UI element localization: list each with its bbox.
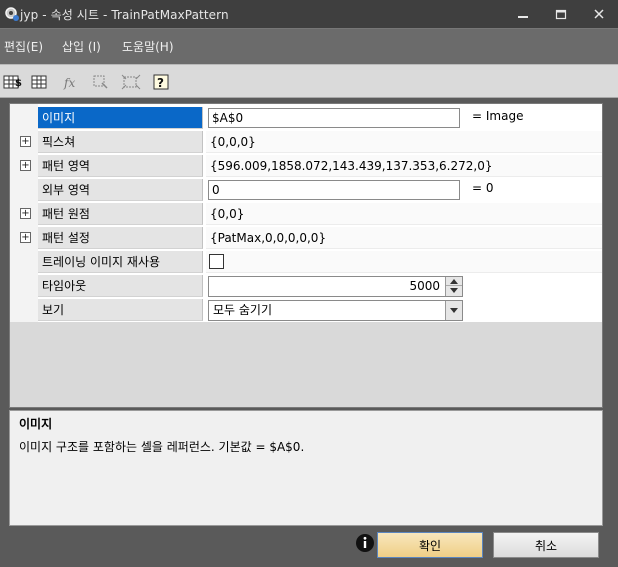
property-name[interactable]: 트레이닝 이미지 재사용 [38, 251, 203, 273]
menu-bar: 편집(E) 삽입 (I) 도움말(H) [0, 28, 618, 64]
property-row-pattern-region[interactable]: + 패턴 영역 {596.009,1858.072,143.439,137.35… [10, 154, 602, 178]
timeout-stepper[interactable]: 5000 [208, 276, 463, 297]
property-name[interactable]: 패턴 설정 [38, 227, 203, 249]
title-bar: jyp - 속성 시트 - TrainPatMaxPattern [0, 0, 618, 28]
property-name[interactable]: 보기 [38, 299, 203, 321]
spreadsheet-dollar-icon[interactable]: $ [2, 71, 24, 93]
property-row-reuse-training-image[interactable]: 트레이닝 이미지 재사용 [10, 250, 602, 274]
property-row-outer-region[interactable]: 외부 영역 0 = 0 [10, 178, 602, 202]
menu-edit[interactable]: 편집(E) [4, 38, 43, 55]
spin-down-icon[interactable] [446, 286, 462, 295]
property-grid: 이미지 $A$0 = Image + 픽스쳐 {0,0,0} + 패턴 영역 {… [9, 103, 603, 408]
toolbar: $ fx ? [0, 64, 618, 98]
maximize-button[interactable] [550, 4, 572, 24]
property-row-timeout[interactable]: 타임아웃 5000 [10, 274, 602, 298]
app-gear-icon [3, 5, 20, 22]
outer-region-input[interactable]: 0 [208, 180, 460, 200]
close-button[interactable] [588, 4, 610, 24]
expand-plus-icon[interactable]: + [20, 208, 31, 219]
expand-plus-icon[interactable]: + [20, 160, 31, 171]
stepper-buttons [445, 277, 462, 296]
help-icon[interactable]: ? [150, 71, 172, 93]
window-title: jyp - 속성 시트 - TrainPatMaxPattern [20, 8, 229, 22]
timeout-value[interactable]: 5000 [409, 277, 440, 296]
property-value[interactable]: {0,0} [206, 203, 602, 225]
property-name[interactable]: 이미지 [38, 107, 203, 129]
function-fx-icon[interactable]: fx [60, 71, 82, 93]
evaluated-value: = 0 [472, 181, 494, 195]
info-icon[interactable] [355, 533, 375, 553]
property-row-image[interactable]: 이미지 $A$0 = Image [10, 106, 602, 130]
view-select-value[interactable]: 모두 숨기기 [213, 301, 272, 320]
chevron-down-icon[interactable] [445, 301, 462, 320]
svg-text:$: $ [15, 78, 22, 89]
property-name[interactable]: 픽스쳐 [38, 131, 203, 153]
menu-help[interactable]: 도움말(H) [122, 38, 174, 55]
minimize-button[interactable] [512, 4, 534, 24]
svg-text:?: ? [157, 76, 164, 90]
image-value-input[interactable]: $A$0 [208, 108, 460, 128]
evaluated-value: = Image [472, 109, 524, 123]
property-row-fixture[interactable]: + 픽스쳐 {0,0,0} [10, 130, 602, 154]
select-cell-icon[interactable] [90, 71, 112, 93]
description-title: 이미지 [19, 417, 53, 431]
grid-empty-area [10, 322, 602, 407]
property-name[interactable]: 타임아웃 [38, 275, 203, 297]
view-select[interactable]: 모두 숨기기 [208, 300, 463, 321]
reuse-training-image-checkbox[interactable] [209, 254, 224, 269]
cancel-button[interactable]: 취소 [493, 532, 599, 558]
property-value-cell [206, 251, 602, 273]
property-row-view[interactable]: 보기 모두 숨기기 [10, 298, 602, 322]
property-name[interactable]: 패턴 원점 [38, 203, 203, 225]
property-row-pattern-settings[interactable]: + 패턴 설정 {PatMax,0,0,0,0,0} [10, 226, 602, 250]
property-value[interactable]: {0,0,0} [206, 131, 602, 153]
property-name[interactable]: 외부 영역 [38, 179, 203, 201]
property-name[interactable]: 패턴 영역 [38, 155, 203, 177]
select-region-icon[interactable] [120, 71, 142, 93]
property-row-pattern-origin[interactable]: + 패턴 원점 {0,0} [10, 202, 602, 226]
grid-table-icon[interactable] [28, 71, 50, 93]
menu-insert[interactable]: 삽입 (I) [62, 38, 101, 55]
expand-plus-icon[interactable]: + [20, 136, 31, 147]
spin-up-icon[interactable] [446, 277, 462, 286]
description-text: 이미지 구조를 포함하는 셀을 레퍼런스. 기본값 = $A$0. [19, 440, 305, 454]
ok-button[interactable]: 확인 [377, 532, 483, 558]
description-pane: 이미지 이미지 구조를 포함하는 셀을 레퍼런스. 기본값 = $A$0. [9, 410, 603, 526]
property-value[interactable]: {596.009,1858.072,143.439,137.353,6.272,… [206, 155, 602, 177]
svg-text:fx: fx [63, 76, 75, 90]
property-value[interactable]: {PatMax,0,0,0,0,0} [206, 227, 602, 249]
expand-plus-icon[interactable]: + [20, 232, 31, 243]
